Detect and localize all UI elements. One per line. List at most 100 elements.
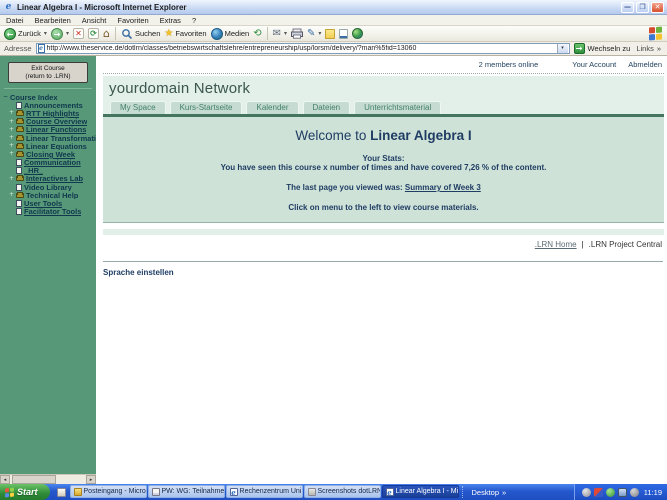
tree-item-user-tools[interactable]: User Tools	[0, 199, 96, 207]
toolbar-separator	[267, 27, 268, 40]
logout-link[interactable]: Abmelden	[628, 60, 662, 69]
close-button[interactable]: ✕	[651, 2, 664, 13]
forward-button[interactable]: →	[51, 27, 69, 41]
expand-icon[interactable]	[9, 119, 14, 125]
task-linear-algebra-active[interactable]: e Linear Algebra I - Mic...	[382, 485, 459, 498]
expand-icon[interactable]	[9, 151, 14, 157]
scrollbar-thumb[interactable]	[12, 475, 56, 484]
task-pw-wg-teilnahme[interactable]: PW: WG: Teilnahme v...	[148, 485, 225, 498]
lrn-project-central-link[interactable]: .LRN Project Central	[589, 240, 662, 249]
links-toolbar[interactable]: Links	[636, 44, 661, 53]
tree-item-closing-week[interactable]: Closing Week	[0, 150, 96, 158]
toolbar-drag-handle[interactable]	[462, 486, 466, 498]
menu-ansicht[interactable]: Ansicht	[82, 16, 107, 25]
tree-item-rtt-highlights[interactable]: RTT Highlights	[0, 109, 96, 117]
favorites-button[interactable]: ★ Favoriten	[164, 27, 206, 41]
tree-item-linear-transformations[interactable]: Linear Transformations	[0, 134, 96, 142]
tray-icon-clock[interactable]	[582, 488, 591, 497]
task-screenshots-dotlrn[interactable]: Screenshots dotLRN...	[304, 485, 381, 498]
tray-icon-messenger[interactable]	[606, 488, 615, 497]
edit-button[interactable]: ✎	[307, 27, 321, 41]
expand-icon[interactable]	[9, 127, 14, 133]
stop-button[interactable]: ✕	[73, 27, 84, 41]
tree-item-video-library[interactable]: Video Library	[0, 183, 96, 191]
menu-extras[interactable]: Extras	[160, 16, 181, 25]
tree-root-label[interactable]: Course Index	[10, 93, 58, 101]
tree-item-linear-functions[interactable]: Linear Functions	[0, 126, 96, 134]
tree-item-communication[interactable]: Communication	[0, 159, 96, 167]
collapse-icon[interactable]	[3, 94, 8, 100]
tree-item-facilitator-tools[interactable]: Facilitator Tools	[0, 208, 96, 216]
session-bar: 2 members online Your Account Abmelden	[103, 56, 664, 74]
menu-bearbeiten[interactable]: Bearbeiten	[35, 16, 71, 25]
tree-item-course-overview[interactable]: Course Overview	[0, 118, 96, 126]
members-online-status: 2 members online	[479, 60, 539, 69]
search-button[interactable]: Suchen	[121, 27, 160, 41]
menu-hint: Click on menu to the left to view course…	[111, 203, 656, 212]
messenger-button[interactable]	[352, 27, 363, 41]
back-button[interactable]: ← Zurück	[4, 27, 47, 41]
menu-hilfe[interactable]: ?	[192, 16, 196, 25]
start-button[interactable]: Start	[0, 484, 50, 500]
browser-viewport: Exit Course (return to .LRN) Course Inde…	[0, 56, 667, 484]
expand-icon[interactable]	[9, 135, 14, 141]
expand-icon[interactable]	[9, 176, 14, 182]
mail-button[interactable]: ✉	[273, 27, 287, 41]
restore-button[interactable]: ❐	[636, 2, 649, 13]
address-label: Adresse	[4, 44, 32, 53]
welcome-title: Welcome to Linear Algebra I	[111, 128, 656, 143]
quick-launch-button[interactable]	[54, 484, 70, 500]
tray-icon-app-red[interactable]	[594, 488, 603, 497]
media-button[interactable]: Medien	[211, 27, 250, 41]
discuss-button[interactable]	[339, 27, 348, 41]
sidebar-horizontal-scrollbar[interactable]: ◂ ▸	[0, 474, 96, 484]
tree-item-linear-equations[interactable]: Linear Equations	[0, 142, 96, 150]
expand-icon[interactable]	[9, 192, 14, 198]
notes-button[interactable]	[325, 27, 335, 41]
go-button[interactable]: → Wechseln zu	[574, 43, 631, 54]
address-dropdown-icon[interactable]: ▾	[557, 44, 568, 53]
expand-icon[interactable]	[9, 143, 14, 149]
tab-kurs-startseite[interactable]: Kurs-Startseite	[170, 101, 243, 114]
menu-favoriten[interactable]: Favoriten	[117, 16, 148, 25]
minimize-button[interactable]: —	[621, 2, 634, 13]
task-posteingang[interactable]: Posteingang - Micros...	[70, 485, 147, 498]
page-favicon: e	[38, 44, 45, 53]
tree-item-technical-help[interactable]: Technical Help	[0, 191, 96, 199]
exit-course-line2: (return to .LRN)	[9, 73, 87, 81]
scroll-left-icon[interactable]: ◂	[0, 475, 10, 484]
tab-my-space[interactable]: My Space	[110, 101, 166, 114]
tab-dateien[interactable]: Dateien	[303, 101, 351, 114]
tree-item-announcements[interactable]: Announcements	[0, 101, 96, 109]
home-button[interactable]: ⌂	[103, 27, 110, 41]
footer-rule	[103, 261, 663, 262]
folder-icon	[16, 111, 24, 116]
print-button[interactable]	[291, 27, 303, 41]
your-account-link[interactable]: Your Account	[572, 60, 616, 69]
tree-item-interactives-lab[interactable]: Interactives Lab	[0, 175, 96, 183]
task-rechenzentrum[interactable]: e Rechenzentrum Uni K...	[226, 485, 303, 498]
lrn-home-link[interactable]: .LRN Home	[535, 240, 577, 249]
messenger-icon	[352, 28, 363, 39]
tab-kalender[interactable]: Kalender	[246, 101, 298, 114]
desktop-toolbar[interactable]: Desktop	[468, 484, 511, 500]
tab-unterrichtsmaterial[interactable]: Unterrichtsmaterial	[354, 101, 441, 114]
tree-item-hr[interactable]: _HR_	[0, 167, 96, 175]
tray-icon-display[interactable]	[618, 488, 627, 497]
ie-page-icon: e	[230, 488, 238, 496]
set-language-link[interactable]: Sprache einstellen	[103, 268, 664, 277]
exit-course-button[interactable]: Exit Course (return to .LRN)	[8, 62, 88, 83]
welcome-panel: Welcome to Linear Algebra I Your Stats: …	[103, 117, 664, 223]
summary-of-week-link[interactable]: Summary of Week 3	[405, 183, 481, 192]
scrollbar-track[interactable]	[10, 475, 86, 484]
refresh-button[interactable]: ⟳	[88, 27, 99, 41]
history-button[interactable]: ⟲	[253, 27, 261, 41]
address-input[interactable]	[47, 45, 555, 52]
tree-root-course-index[interactable]: Course Index	[0, 93, 96, 101]
expand-icon[interactable]	[9, 110, 14, 116]
tray-icon-volume[interactable]	[630, 488, 639, 497]
ie-toolbar: ← Zurück → ✕ ⟳ ⌂ Suchen ★ Favoriten Medi…	[0, 26, 667, 42]
scroll-right-icon[interactable]: ▸	[86, 475, 96, 484]
ie-logo-icon: e	[3, 2, 14, 13]
menu-datei[interactable]: Datei	[6, 16, 24, 25]
